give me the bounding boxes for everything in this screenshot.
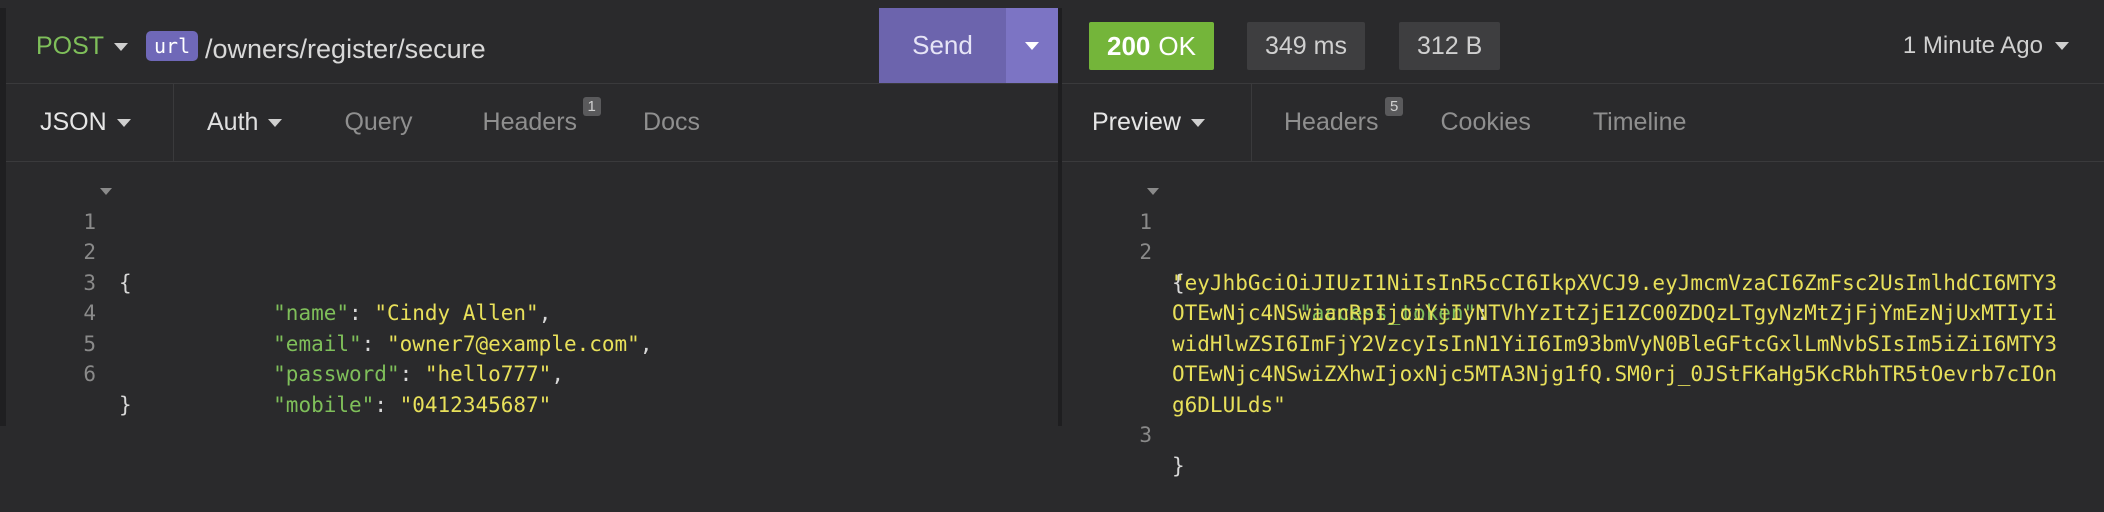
line-number: 6	[83, 362, 96, 386]
tab-cookies[interactable]: Cookies	[1409, 84, 1563, 161]
tab-label: Preview	[1092, 108, 1181, 136]
response-tabs: Preview Headers 5 Cookies Timeline	[1062, 84, 2104, 162]
tab-auth[interactable]: Auth	[174, 84, 314, 161]
json-key: "mobile"	[273, 392, 375, 417]
response-size-badge: 312 B	[1399, 22, 1501, 70]
tab-response-headers[interactable]: Headers 5	[1252, 84, 1409, 161]
chevron-down-icon	[1190, 118, 1205, 127]
method-label: POST	[36, 32, 105, 60]
request-tabs: JSON Auth Query Headers 1 Docs	[6, 84, 1058, 162]
response-age: 1 Minute Ago	[1902, 32, 2043, 59]
json-comma: ,	[551, 362, 564, 386]
token-line: OTEwNjc4NSwiZXhwIjoxNjc5MTA3Njg1fQ.SM0rj…	[1062, 329, 2104, 386]
chevron-down-icon	[114, 42, 129, 51]
response-status-bar: 200 OK 349 ms 312 B 1 Minute Ago	[1062, 8, 2104, 84]
history-dropdown[interactable]: 1 Minute Ago	[1903, 32, 2069, 60]
token-line: widHlwZSI6ImFjY2VzcyIsInN1YiI6Im93bmVyN0…	[1062, 298, 2104, 356]
token-line: g6DLULds"	[1062, 359, 2104, 417]
request-body-editor[interactable]: 1 { 2 "name": "Cindy Allen", 3 "email": …	[6, 176, 1058, 417]
fold-icon[interactable]	[1147, 188, 1159, 195]
response-time-badge: 349 ms	[1247, 22, 1365, 70]
tab-label: Headers	[1284, 108, 1379, 136]
chevron-down-icon	[2055, 42, 2069, 50]
code-line: 2 "access_token":	[1062, 207, 2104, 325]
code-line: 5 "mobile": "0412345687"	[6, 298, 1058, 417]
fold-icon[interactable]	[100, 188, 112, 195]
tab-label: Docs	[643, 108, 700, 136]
code-line: 3 "email": "owner7@example.com",	[6, 237, 1058, 356]
tab-label: Timeline	[1592, 108, 1687, 136]
status-text: OK	[1158, 30, 1196, 61]
url-bar: POST url /owners/register/secure Send	[6, 8, 1058, 84]
code-text: }	[1172, 453, 1185, 478]
chevron-down-icon	[1025, 41, 1039, 50]
tab-label: Cookies	[1440, 108, 1531, 136]
code-line: 3 }	[1062, 390, 2104, 478]
chevron-down-icon	[268, 118, 283, 127]
url-input[interactable]: /owners/register/secure	[205, 34, 486, 65]
line-number: 3	[1139, 423, 1152, 447]
response-pane: 200 OK 349 ms 312 B 1 Minute Ago Preview…	[1062, 8, 2104, 478]
tab-label: JSON	[40, 108, 107, 136]
code-line: 6 }	[6, 329, 1058, 417]
token-line: OTEwNjc4NSwianRpIjoiYjIyNTVhYzItZjE1ZC00…	[1062, 268, 2104, 325]
code-text: }	[119, 392, 132, 417]
send-options-button[interactable]	[1006, 8, 1058, 83]
tab-timeline[interactable]: Timeline	[1563, 84, 1719, 161]
method-selector[interactable]: POST	[36, 32, 129, 61]
headers-count-badge: 5	[1385, 97, 1404, 116]
json-colon: :	[374, 392, 400, 417]
json-value: "0412345687"	[399, 392, 552, 417]
code-line: 4 "password": "hello777",	[6, 268, 1058, 386]
tab-label: Headers	[482, 108, 578, 136]
tab-json[interactable]: JSON	[6, 84, 174, 161]
url-variable-tag[interactable]: url	[146, 31, 199, 61]
code-line: 2 "name": "Cindy Allen",	[6, 207, 1058, 325]
tab-query[interactable]: Query	[314, 84, 444, 161]
chevron-down-icon	[116, 118, 131, 127]
tab-label: Auth	[207, 108, 259, 136]
status-badge: 200 OK	[1089, 22, 1214, 70]
token-line: "eyJhbGciOiJIUzI1NiIsInR5cCI6IkpXVCJ9.ey…	[1062, 237, 2104, 295]
send-button[interactable]: Send	[879, 8, 1006, 83]
headers-count-badge: 1	[582, 97, 601, 116]
status-code: 200	[1107, 30, 1151, 61]
tab-preview[interactable]: Preview	[1062, 84, 1252, 161]
tab-label: Query	[344, 108, 413, 136]
response-preview: 1 { 2 "access_token": "eyJhbGciOiJIUzI1N…	[1062, 176, 2104, 478]
tab-headers[interactable]: Headers 1	[445, 84, 618, 161]
tab-docs[interactable]: Docs	[617, 84, 732, 161]
request-pane: POST url /owners/register/secure Send JS…	[0, 8, 1058, 426]
code-line: 1 {	[1062, 176, 2104, 295]
code-line: 1 {	[6, 176, 1058, 295]
